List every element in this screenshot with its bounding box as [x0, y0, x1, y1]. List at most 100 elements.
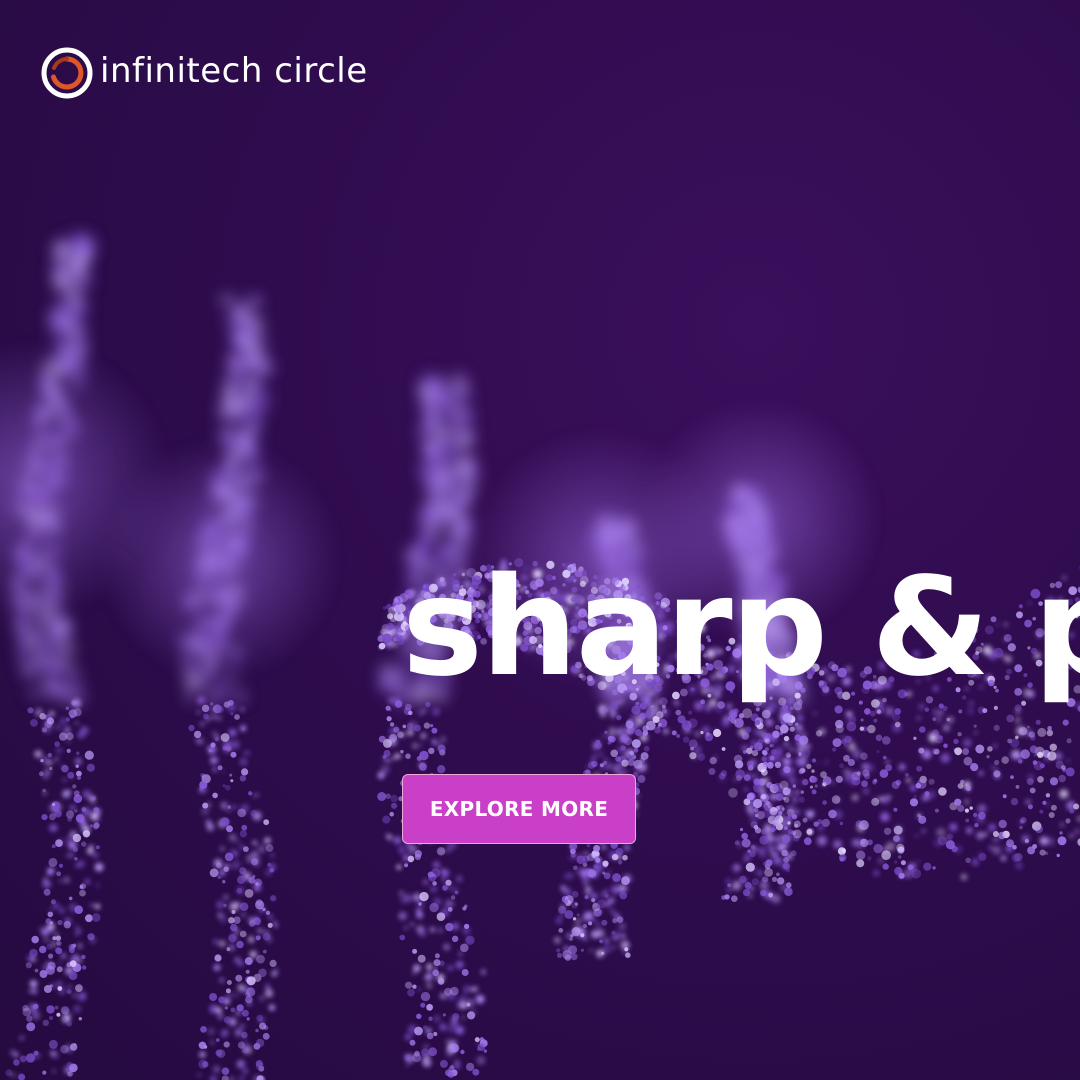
particle — [455, 481, 476, 502]
particle — [45, 918, 52, 924]
particle — [612, 918, 618, 924]
particle — [835, 775, 843, 783]
particle — [875, 734, 883, 742]
particle — [428, 1047, 438, 1057]
particle — [399, 934, 406, 941]
particle — [236, 875, 246, 884]
particle — [843, 754, 850, 762]
particle — [584, 851, 589, 856]
particle — [236, 940, 244, 949]
particle — [52, 936, 57, 941]
particle — [417, 383, 428, 395]
particle — [1070, 799, 1074, 804]
particle — [650, 706, 657, 714]
particle — [240, 380, 259, 399]
explore-more-button[interactable]: EXPLORE MORE — [402, 774, 636, 844]
particle — [978, 852, 987, 861]
particle — [966, 827, 973, 834]
particle — [815, 730, 823, 737]
particle — [637, 775, 646, 783]
particle — [76, 775, 82, 780]
particle — [66, 748, 71, 754]
particle — [848, 716, 857, 724]
particle — [1018, 759, 1023, 764]
particle — [965, 857, 971, 863]
particle — [455, 1025, 465, 1035]
particle — [802, 778, 809, 786]
particle — [241, 912, 246, 918]
particle — [242, 430, 256, 445]
particle — [1037, 776, 1044, 783]
particle — [1050, 804, 1057, 811]
particle — [41, 727, 48, 733]
particle — [377, 771, 385, 780]
particle — [199, 1051, 206, 1058]
particle — [1056, 853, 1060, 858]
particle — [460, 1002, 467, 1009]
particle — [894, 860, 898, 864]
particle — [1062, 719, 1069, 726]
particle — [56, 871, 62, 877]
particle — [268, 914, 273, 919]
particle — [264, 989, 274, 998]
particle — [599, 939, 603, 944]
particle — [601, 713, 606, 718]
particle — [22, 1004, 29, 1012]
particle — [72, 242, 92, 262]
brand-logo-link[interactable]: infinitech circle — [40, 46, 368, 100]
particle — [467, 1011, 476, 1020]
particle — [734, 840, 740, 846]
particle — [218, 996, 226, 1004]
particle — [571, 891, 579, 898]
particle — [419, 750, 429, 761]
particle — [855, 820, 863, 828]
particle — [38, 650, 49, 661]
particle — [791, 814, 797, 820]
particle — [863, 773, 871, 780]
particle — [913, 794, 917, 799]
particle — [867, 724, 876, 734]
particle — [790, 768, 795, 773]
particle — [588, 948, 594, 953]
particle — [595, 857, 601, 863]
particle — [51, 844, 56, 849]
particle — [71, 700, 77, 706]
particle — [603, 944, 612, 954]
particle — [798, 752, 802, 756]
particle — [460, 1049, 465, 1055]
particle — [391, 802, 398, 809]
particle — [584, 902, 588, 906]
particle — [39, 771, 44, 777]
particle — [1010, 775, 1014, 779]
particle — [483, 1049, 487, 1053]
particle — [86, 763, 95, 772]
particle — [783, 766, 791, 774]
particle — [932, 708, 940, 716]
particle — [765, 800, 771, 806]
particle — [397, 633, 401, 637]
particle — [272, 920, 277, 924]
particle — [931, 747, 937, 753]
particle — [1039, 809, 1044, 814]
particle — [783, 762, 789, 767]
particle — [974, 823, 979, 828]
particle — [414, 1026, 423, 1036]
particle — [976, 831, 985, 840]
particle — [1019, 727, 1028, 736]
particle — [932, 866, 936, 870]
particle — [761, 709, 771, 719]
particle — [271, 970, 278, 977]
particle — [1000, 855, 1007, 862]
particle — [247, 936, 255, 943]
particle — [433, 959, 441, 967]
particle — [958, 709, 963, 714]
particle — [676, 734, 680, 738]
particle — [198, 1041, 207, 1050]
particle — [938, 735, 943, 740]
particle — [728, 788, 738, 798]
particle — [602, 860, 609, 867]
particle — [81, 841, 87, 847]
particle — [604, 730, 608, 734]
particle — [453, 1062, 461, 1070]
particle — [241, 824, 248, 831]
